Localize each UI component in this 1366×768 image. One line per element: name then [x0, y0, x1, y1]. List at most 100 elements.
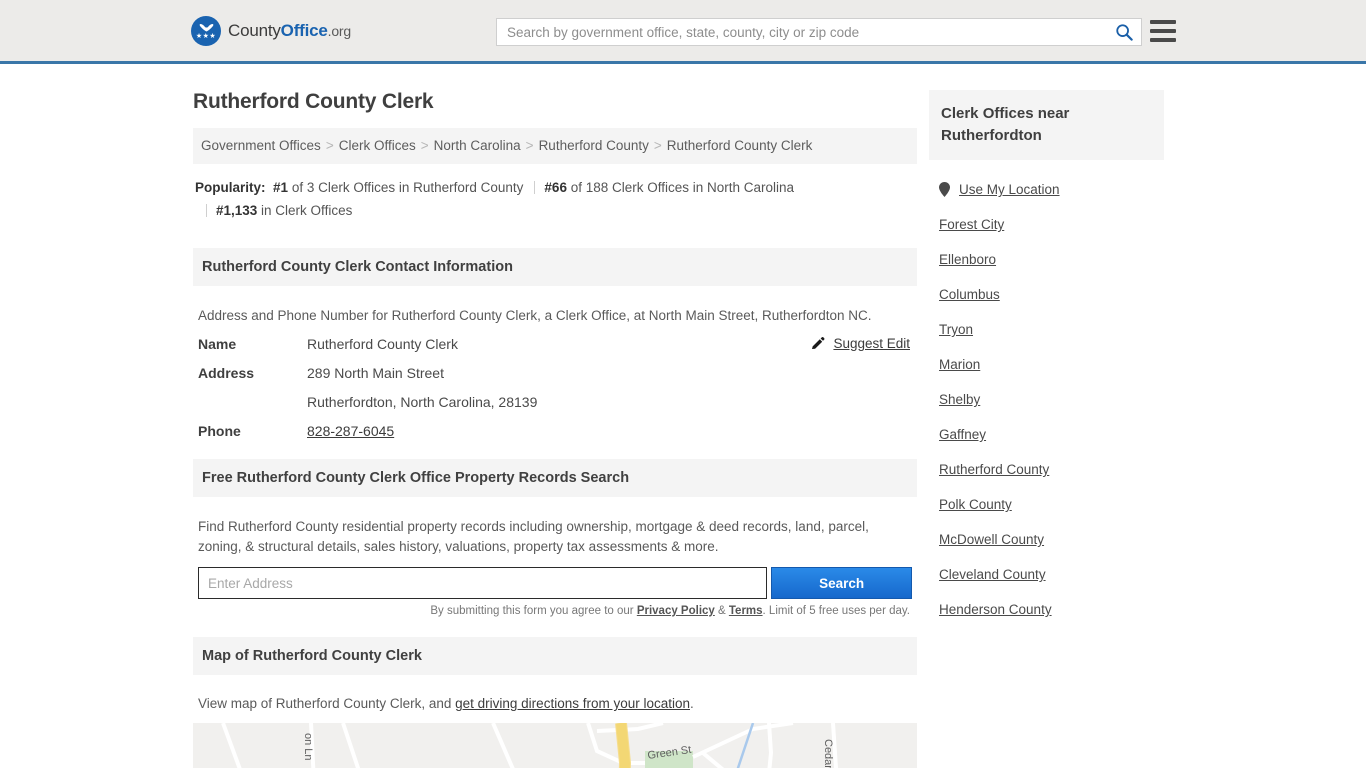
disclaimer-suffix: . Limit of 5 free uses per day. — [762, 605, 910, 617]
sidebar-item-marion[interactable]: Marion — [939, 347, 1162, 382]
contact-label-empty — [198, 394, 307, 410]
site-logo[interactable]: ★★★ CountyOffice.org — [191, 15, 351, 46]
breadcrumb-item-clerk-offices[interactable]: Clerk Offices — [339, 138, 416, 153]
sidebar-heading: Clerk Offices near Rutherfordton — [929, 90, 1164, 160]
sidebar-label: Polk County — [939, 497, 1012, 512]
contact-label-address: Address — [198, 365, 255, 381]
sidebar-label-use-my-location: Use My Location — [959, 182, 1060, 197]
popularity-rank-national-text: in Clerk Offices — [257, 203, 353, 218]
map-embed[interactable]: Green St Cedar on Ln — [193, 723, 917, 768]
contact-row-name: Name Rutherford County Clerk — [198, 336, 912, 352]
contact-value-city-state-zip: Rutherfordton, North Carolina, 28139 — [307, 394, 538, 410]
phone-link[interactable]: 828-287-6045 — [307, 423, 394, 439]
sidebar-item-tryon[interactable]: Tryon — [939, 312, 1162, 347]
map-note-suffix: . — [690, 696, 694, 711]
sidebar-item-ellenboro[interactable]: Ellenboro — [939, 242, 1162, 277]
sidebar-label: Forest City — [939, 217, 1005, 232]
map-section-body: View map of Rutherford County Clerk, and… — [193, 675, 917, 711]
property-search-button[interactable]: Search — [771, 567, 912, 599]
popularity-rank-county-text: of 3 Clerk Offices in Rutherford County — [288, 180, 524, 195]
sidebar: Clerk Offices near Rutherfordton Use My … — [929, 64, 1164, 627]
hamburger-bar — [1150, 38, 1176, 42]
hamburger-bar — [1150, 29, 1176, 33]
sidebar-label: Rutherford County — [939, 462, 1050, 477]
contact-details-table: Suggest Edit Name Rutherford County Cler… — [198, 336, 912, 439]
county-office-logo-icon: ★★★ — [191, 15, 221, 46]
property-section-heading: Free Rutherford County Clerk Office Prop… — [193, 459, 917, 497]
breadcrumb-separator: > — [525, 138, 534, 153]
sidebar-item-gaffney[interactable]: Gaffney — [939, 417, 1162, 452]
search-icon — [1116, 24, 1133, 41]
content-container: Rutherford County Clerk Government Offic… — [188, 64, 1178, 768]
breadcrumb-item-rutherford-county[interactable]: Rutherford County — [539, 138, 649, 153]
contact-value-street: 289 North Main Street — [307, 365, 444, 381]
sidebar-label: Cleveland County — [939, 567, 1046, 582]
map-note-prefix: View map of Rutherford County Clerk, and — [198, 696, 456, 711]
sidebar-label: Ellenboro — [939, 252, 997, 267]
breadcrumb-item-rutherford-county-clerk[interactable]: Rutherford County Clerk — [667, 138, 813, 153]
sidebar-label: Shelby — [939, 392, 981, 407]
sidebar-item-henderson-county[interactable]: Henderson County — [939, 592, 1162, 627]
contact-row-address: Address 289 North Main Street — [198, 365, 912, 381]
logo-text-org: .org — [327, 22, 352, 39]
breadcrumb: Government Offices > Clerk Offices > North C… — [193, 128, 917, 164]
sidebar-label: Gaffney — [939, 427, 987, 442]
breadcrumb-separator: > — [325, 138, 334, 153]
sidebar-item-use-my-location[interactable]: Use My Location — [939, 172, 1162, 207]
contact-section-body: Address and Phone Number for Rutherford … — [193, 286, 917, 439]
sidebar-item-shelby[interactable]: Shelby — [939, 382, 1162, 417]
address-input[interactable] — [198, 567, 768, 599]
contact-section-heading: Rutherford County Clerk Contact Informat… — [193, 248, 917, 286]
edit-pencil-icon — [812, 336, 825, 349]
contact-row-city-state: Rutherfordton, North Carolina, 28139 — [198, 394, 912, 410]
breadcrumb-separator: > — [653, 138, 662, 153]
search-button[interactable] — [1107, 19, 1141, 45]
site-header: ★★★ CountyOffice.org — [0, 0, 1366, 64]
driving-directions-link[interactable]: get driving directions from your locatio… — [455, 696, 690, 711]
popularity-rank-national: #1,133 — [216, 203, 258, 218]
map-description: View map of Rutherford County Clerk, and… — [198, 696, 912, 711]
disclaimer-amp: & — [714, 605, 729, 617]
hamburger-bar — [1150, 20, 1176, 24]
map-label-on-ln: on Ln — [302, 733, 314, 761]
terms-link[interactable]: Terms — [729, 605, 763, 617]
sidebar-label: Marion — [939, 357, 981, 372]
breadcrumb-item-north-carolina[interactable]: North Carolina — [434, 138, 521, 153]
hamburger-menu-button[interactable] — [1150, 20, 1176, 42]
popularity-label: Popularity: — [195, 180, 266, 195]
search-input[interactable] — [497, 19, 1107, 45]
sidebar-item-rutherford-county[interactable]: Rutherford County — [939, 452, 1162, 487]
contact-value-name: Rutherford County Clerk — [307, 336, 458, 352]
map-pin-icon — [939, 182, 950, 197]
sidebar-item-forest-city[interactable]: Forest City — [939, 207, 1162, 242]
sidebar-item-polk-county[interactable]: Polk County — [939, 487, 1162, 522]
map-section-heading: Map of Rutherford County Clerk — [193, 637, 917, 675]
form-disclaimer: By submitting this form you agree to our… — [198, 605, 912, 617]
popularity-rank-state-text: of 188 Clerk Offices in North Carolina — [566, 180, 795, 195]
suggest-edit-button[interactable]: Suggest Edit — [810, 336, 910, 351]
property-section-body: Find Rutherford County residential prope… — [193, 497, 917, 617]
sidebar-item-mcdowell-county[interactable]: McDowell County — [939, 522, 1162, 557]
page-title: Rutherford County Clerk — [193, 90, 434, 113]
contact-label-name: Name — [198, 336, 237, 352]
logo-stars: ★★★ — [195, 33, 217, 40]
sidebar-item-columbus[interactable]: Columbus — [939, 277, 1162, 312]
sidebar-label: Columbus — [939, 287, 1000, 302]
breadcrumb-item-government-offices[interactable]: Government Offices — [201, 138, 321, 153]
logo-wordmark: CountyOffice.org — [228, 21, 351, 41]
contact-row-phone: Phone 828-287-6045 — [198, 423, 912, 439]
popularity-rank-state: #66 — [544, 180, 567, 195]
map-label-cedar: Cedar — [822, 739, 834, 768]
eagle-icon — [199, 24, 213, 32]
main-column: Rutherford County Clerk Government Offic… — [193, 64, 917, 768]
sidebar-label: McDowell County — [939, 532, 1045, 547]
popularity-rank-county: #1 — [273, 180, 289, 195]
breadcrumb-separator: > — [420, 138, 429, 153]
popularity-stats: Popularity: #1 of 3 Clerk Offices in Rut… — [193, 164, 917, 228]
suggest-edit-label: Suggest Edit — [833, 336, 910, 351]
popularity-divider — [206, 204, 207, 217]
privacy-policy-link[interactable]: Privacy Policy — [637, 605, 715, 617]
sidebar-label: Henderson County — [939, 602, 1052, 617]
property-description: Find Rutherford County residential prope… — [198, 519, 869, 554]
sidebar-item-cleveland-county[interactable]: Cleveland County — [939, 557, 1162, 592]
